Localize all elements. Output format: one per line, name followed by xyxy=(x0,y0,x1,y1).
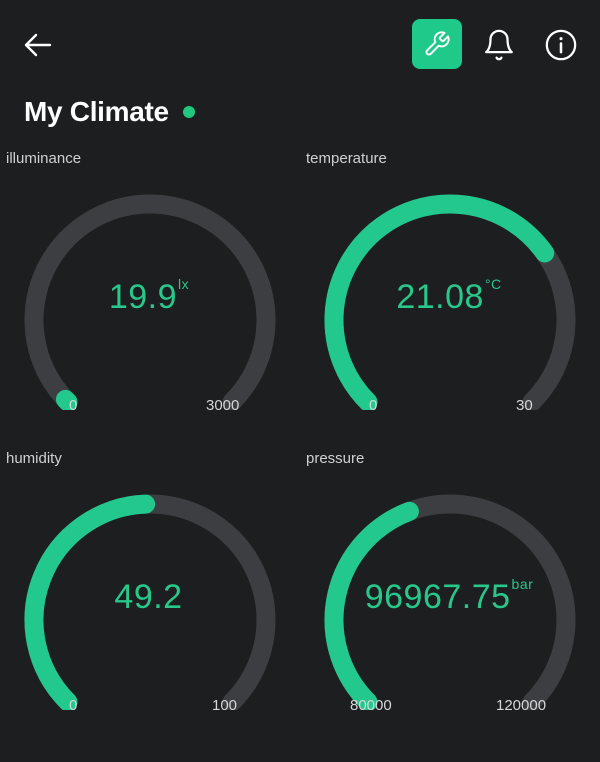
gauge-min-label: 80000 xyxy=(350,697,392,714)
gauge-temperature[interactable]: temperature 21.08°C 0 30 xyxy=(300,150,595,440)
gauge-illuminance[interactable]: illuminance 19.9lx 0 3000 xyxy=(0,150,295,440)
gauge-max-label: 3000 xyxy=(206,397,240,414)
gauge-label: humidity xyxy=(6,450,62,467)
gauge-label: illuminance xyxy=(6,150,82,167)
gauge-min-label: 0 xyxy=(69,697,78,714)
gauge-humidity[interactable]: humidity 49.2 0 100 xyxy=(0,450,295,740)
gauge-unit: lx xyxy=(178,276,190,292)
back-button[interactable] xyxy=(20,28,56,62)
gauge-min-label: 0 xyxy=(369,397,378,414)
gauge-min-label: 0 xyxy=(69,397,78,414)
info-button[interactable] xyxy=(544,28,578,62)
page-title: My Climate xyxy=(24,96,169,127)
gauge-value: 21.08°C xyxy=(396,276,502,316)
bell-icon xyxy=(485,29,513,61)
gauge-pressure[interactable]: pressure 96967.75bar 80000 120000 xyxy=(300,450,595,740)
gauge-value: 49.2 xyxy=(114,578,183,616)
gauge-max-label: 100 xyxy=(212,697,238,714)
gauge-unit: bar xyxy=(511,576,534,592)
gauge-value: 19.9lx xyxy=(108,276,190,316)
title-row: My Climate xyxy=(24,92,195,132)
gauge-label: temperature xyxy=(306,150,387,167)
gauge-fill xyxy=(55,389,78,410)
gauge-unit: °C xyxy=(484,276,502,292)
gauge-value: 96967.75bar xyxy=(364,576,534,616)
top-bar xyxy=(0,0,600,90)
online-status-dot xyxy=(182,106,195,118)
arrow-left-icon xyxy=(24,33,52,57)
wrench-icon xyxy=(425,31,450,56)
gauge-label: pressure xyxy=(306,450,365,467)
notifications-button[interactable] xyxy=(482,28,516,62)
gauge-max-label: 120000 xyxy=(496,697,547,714)
settings-button[interactable] xyxy=(412,19,462,69)
info-circle-icon xyxy=(545,29,577,61)
gauge-max-label: 30 xyxy=(516,397,533,414)
